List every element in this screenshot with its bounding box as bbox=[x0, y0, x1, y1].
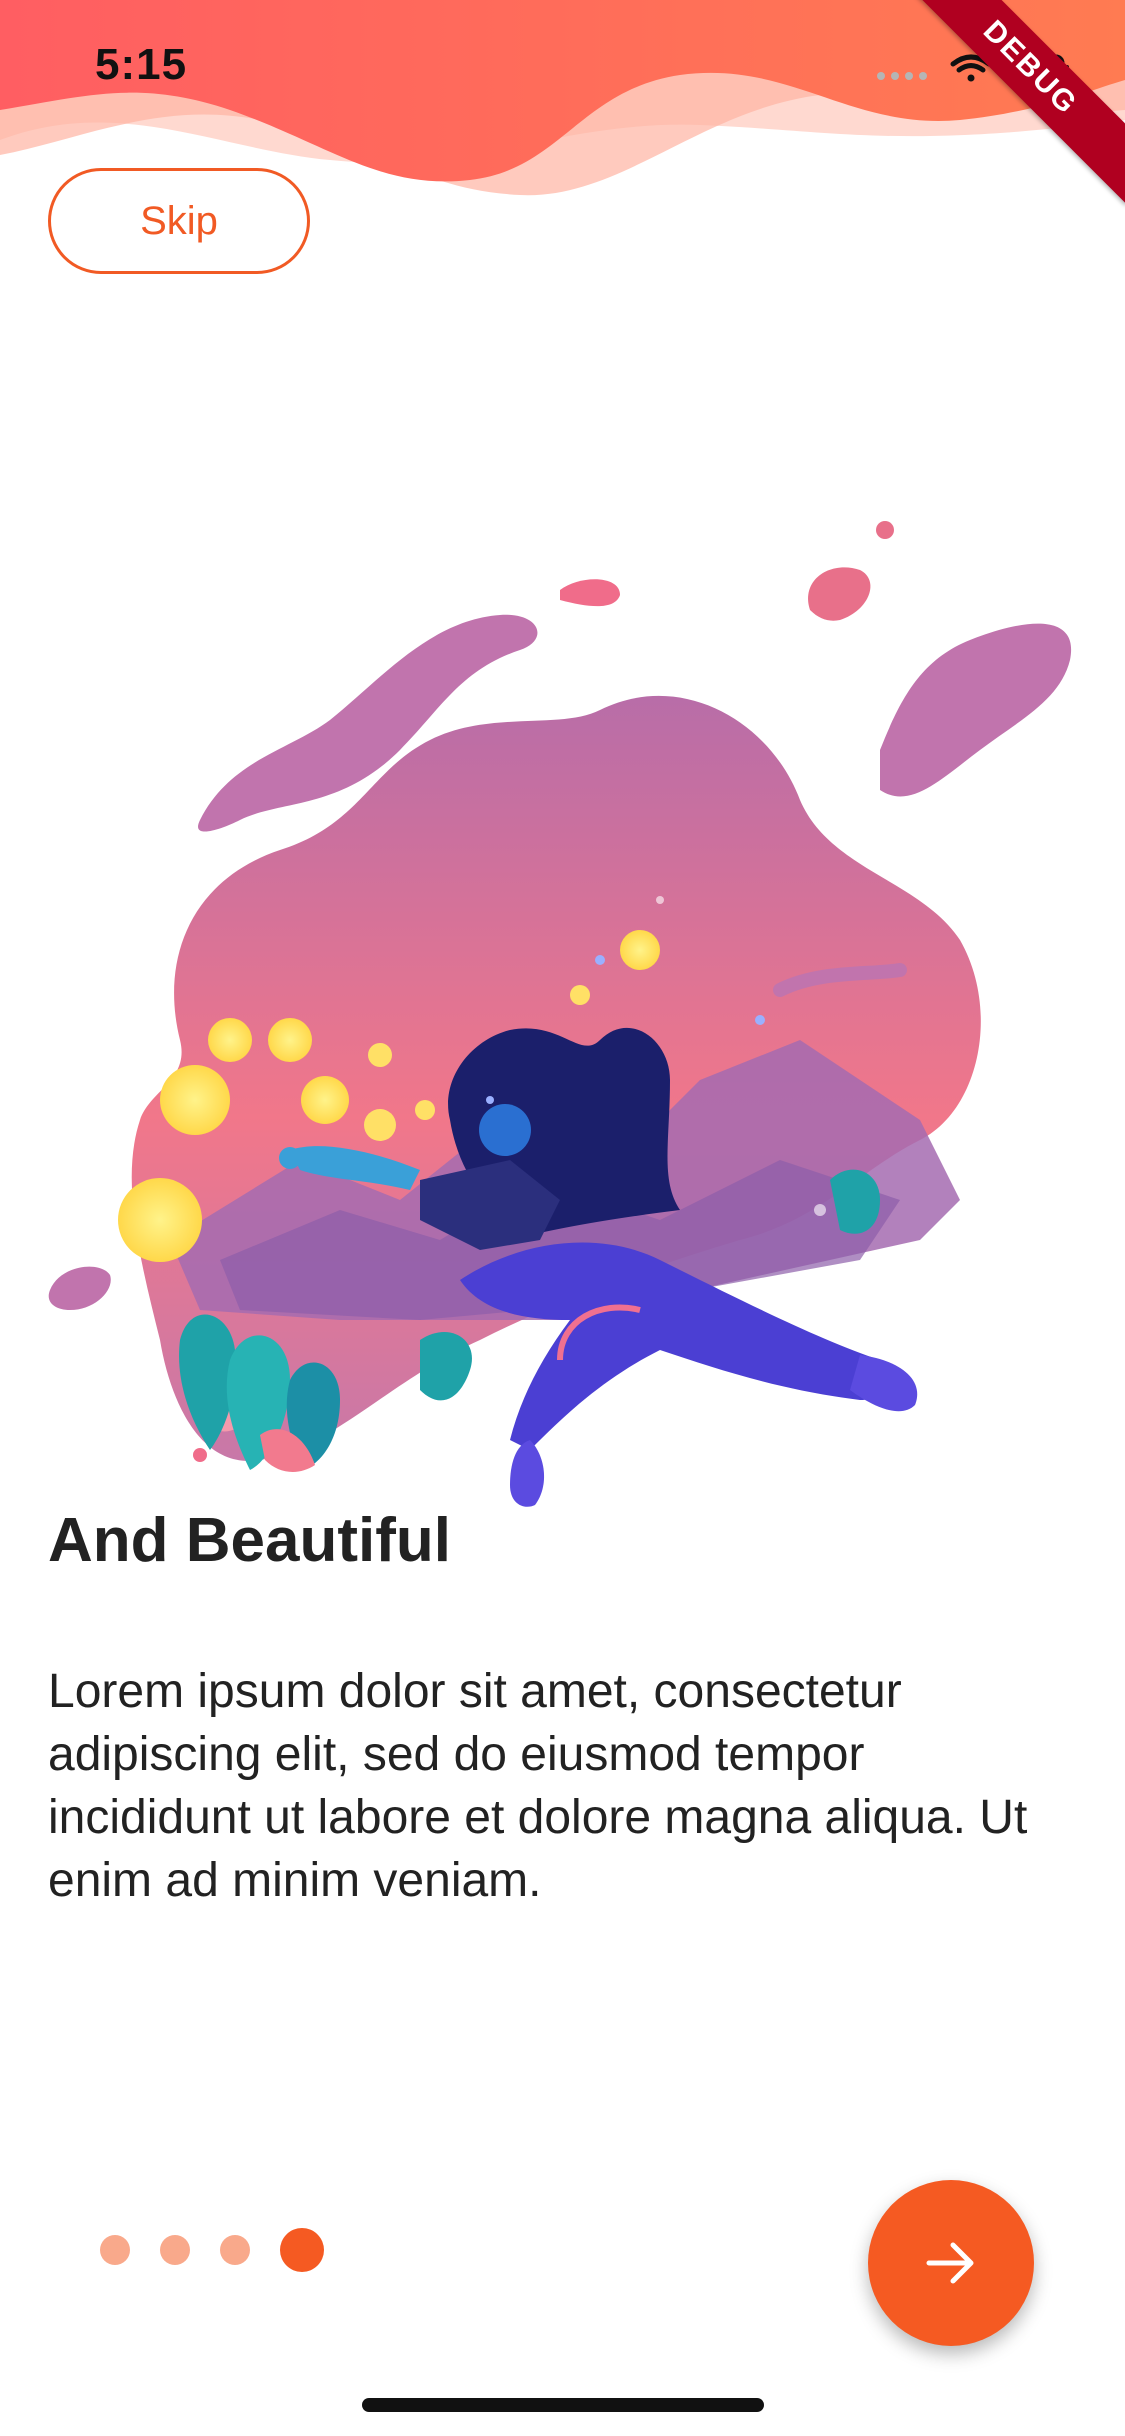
arrow-right-icon bbox=[926, 2242, 974, 2284]
status-time: 5:15 bbox=[95, 40, 188, 89]
page-title: And Beautiful bbox=[48, 1506, 451, 1575]
page-dot-2[interactable] bbox=[160, 2235, 190, 2265]
skip-button[interactable]: Skip bbox=[48, 168, 310, 274]
onboarding-illustration bbox=[48, 521, 1072, 1507]
page-dot-4-active[interactable] bbox=[280, 2228, 324, 2272]
description-text: Lorem ipsum dolor sit amet, consectetur … bbox=[48, 1665, 1028, 1907]
page-dot-3[interactable] bbox=[220, 2235, 250, 2265]
page-dot-1[interactable] bbox=[100, 2235, 130, 2265]
cellular-dots-icon bbox=[877, 72, 927, 80]
page-indicator bbox=[100, 2225, 324, 2275]
next-button[interactable] bbox=[868, 2180, 1034, 2346]
onboarding-screen: 5:15 DEBUG Skip And Beautiful Lorem ipsu… bbox=[0, 0, 1125, 2436]
home-indicator[interactable] bbox=[362, 2398, 764, 2412]
